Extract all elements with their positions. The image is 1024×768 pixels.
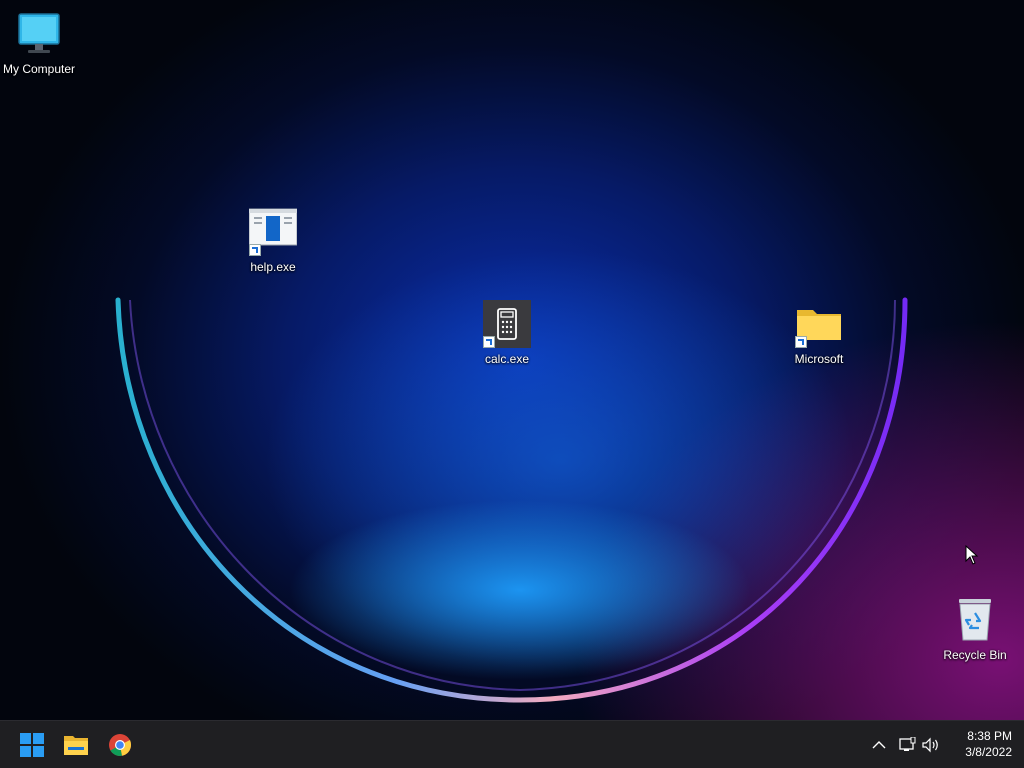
taskbar: 8:38 PM 3/8/2022 — [0, 720, 1024, 768]
chrome-icon — [109, 734, 132, 756]
desktop-icon-microsoft-folder[interactable]: Microsoft — [776, 300, 862, 366]
volume-button[interactable] — [921, 735, 941, 755]
desktop-icon-label: help.exe — [250, 260, 296, 274]
show-hidden-icons-button[interactable] — [869, 735, 889, 755]
desktop-icon-label: Recycle Bin — [943, 648, 1007, 662]
windows-start-icon — [20, 733, 44, 757]
folder-icon — [795, 300, 843, 348]
desktop-icon-my-computer[interactable]: My Computer — [0, 10, 82, 76]
calculator-icon — [483, 300, 531, 348]
desktop-icon-recycle-bin[interactable]: Recycle Bin — [932, 596, 1018, 662]
chrome-button[interactable] — [104, 729, 136, 761]
recycle-bin-icon — [951, 596, 999, 644]
file-explorer-icon — [64, 736, 88, 755]
taskbar-clock[interactable]: 8:38 PM 3/8/2022 — [942, 728, 1012, 760]
clock-time: 8:38 PM — [967, 729, 1012, 743]
mouse-cursor-icon — [965, 544, 979, 570]
desktop[interactable]: My Computer help.exe calc.exe Microsoft … — [0, 0, 1024, 720]
desktop-icon-calc-exe[interactable]: calc.exe — [464, 300, 550, 366]
shortcut-arrow-icon — [795, 336, 807, 348]
chevron-up-icon — [872, 741, 886, 749]
network-button[interactable] — [897, 735, 917, 755]
help-app-icon — [248, 208, 298, 256]
desktop-icon-label: My Computer — [2, 62, 76, 76]
desktop-icon-help-exe[interactable]: help.exe — [230, 208, 316, 274]
desktop-icon-label: calc.exe — [484, 352, 530, 366]
computer-icon — [15, 10, 63, 58]
network-icon — [899, 737, 916, 751]
file-explorer-button[interactable] — [60, 729, 92, 761]
start-button[interactable] — [16, 729, 48, 761]
clock-date: 3/8/2022 — [965, 745, 1012, 759]
shortcut-arrow-icon — [483, 336, 495, 348]
volume-icon — [922, 737, 938, 753]
shortcut-arrow-icon — [249, 244, 261, 256]
desktop-icon-label: Microsoft — [794, 352, 844, 366]
